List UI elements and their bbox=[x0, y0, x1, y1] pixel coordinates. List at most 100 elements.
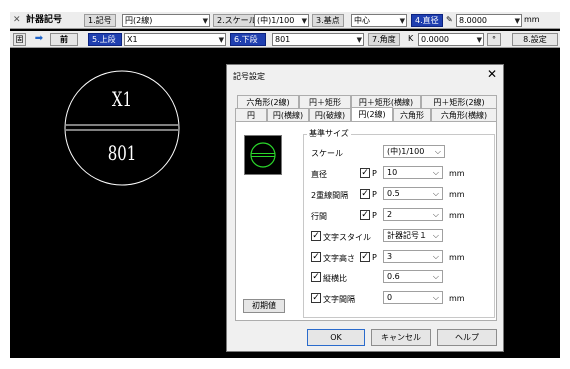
chevron-down-icon: ⌵ bbox=[432, 189, 439, 198]
char-spacing-checkbox[interactable] bbox=[311, 293, 321, 303]
diameter-row-label: 直径 bbox=[311, 170, 327, 179]
tab-circle-double[interactable]: 円(2線) bbox=[351, 107, 393, 121]
text-height-checkbox[interactable] bbox=[311, 252, 321, 262]
cancel-button[interactable]: キャンセル bbox=[371, 329, 431, 346]
upper-value: X1 bbox=[127, 35, 138, 44]
chevron-down-icon: ⌵ bbox=[432, 272, 439, 281]
scale-select[interactable]: (中)1/100 ▼ bbox=[254, 14, 309, 27]
double-gap-unit: mm bbox=[449, 190, 465, 199]
chevron-down-icon: ▼ bbox=[476, 36, 482, 44]
line-spacing-p-label: P bbox=[372, 211, 377, 220]
base-select[interactable]: 中心 ▼ bbox=[351, 14, 407, 27]
dialog-title: 記号設定 bbox=[233, 72, 265, 81]
aspect-ratio-checkbox[interactable] bbox=[311, 272, 321, 282]
degree-button[interactable]: ° bbox=[487, 33, 501, 46]
chevron-down-icon: ▼ bbox=[202, 17, 208, 25]
scale-value: (中)1/100 bbox=[257, 16, 295, 25]
double-gap-dropdown[interactable]: 0.5 ⌵ bbox=[383, 187, 443, 200]
angle-label[interactable]: 7.角度 bbox=[368, 33, 400, 46]
diameter-p-checkbox[interactable] bbox=[360, 168, 370, 178]
text-height-p-label: P bbox=[372, 253, 377, 262]
aspect-ratio-row-label: 縦横比 bbox=[323, 274, 347, 283]
text-height-dropdown[interactable]: 3 ⌵ bbox=[383, 250, 443, 263]
double-gap-row-label: 2重線間隔 bbox=[311, 191, 349, 200]
reset-defaults-button[interactable]: 初期値 bbox=[243, 299, 285, 313]
diameter-dropdown-value: 10 bbox=[387, 168, 398, 177]
tab-circle-rect-double[interactable]: 円＋矩形(2線) bbox=[421, 95, 497, 108]
tab-hexagon-hline[interactable]: 六角形(横線) bbox=[431, 108, 497, 121]
text-height-p-checkbox[interactable] bbox=[360, 252, 370, 262]
tab-circle[interactable]: 円 bbox=[235, 108, 267, 121]
symbol-settings-dialog: 記号設定 ✕ 六角形(2線) 円＋矩形 円＋矩形(横線) 円＋矩形(2線) 円 … bbox=[226, 64, 504, 352]
edit-icon: ✎ bbox=[446, 15, 453, 24]
chevron-down-icon: ⌵ bbox=[432, 168, 439, 177]
scale-dropdown[interactable]: (中)1/100 ⌵ bbox=[383, 145, 445, 158]
close-icon[interactable]: ✕ bbox=[487, 67, 497, 81]
aspect-ratio-dropdown-value: 0.6 bbox=[387, 272, 400, 281]
double-gap-p-checkbox[interactable] bbox=[360, 189, 370, 199]
char-spacing-dropdown[interactable]: 0 ⌵ bbox=[383, 291, 443, 304]
text-height-row-label: 文字高さ bbox=[323, 254, 355, 263]
kigo-select[interactable]: 円(2線) ▼ bbox=[122, 14, 210, 27]
chevron-down-icon: ⌵ bbox=[432, 231, 439, 240]
text-height-unit: mm bbox=[449, 253, 465, 262]
settings-button[interactable]: 8.設定 bbox=[512, 33, 558, 46]
base-label[interactable]: 3.基点 bbox=[312, 14, 344, 27]
diameter-value: 8.0000 bbox=[459, 16, 487, 25]
lower-value: 801 bbox=[275, 35, 291, 44]
toolbar-secondary: 固 ➡ 前 5.上段 X1 ▼ 6.下段 801 ▼ 7.角度 K 0.0000… bbox=[10, 31, 560, 48]
base-value: 中心 bbox=[354, 16, 370, 25]
chevron-down-icon: ⌵ bbox=[432, 252, 439, 261]
toolbar-main: ✕ 計器記号 1.記号 円(2線) ▼ 2.スケール (中)1/100 ▼ 3.… bbox=[10, 12, 560, 29]
chevron-down-icon: ⌵ bbox=[432, 293, 439, 302]
upper-label[interactable]: 5.上段 bbox=[88, 33, 122, 46]
symbol-upper-text: X1 bbox=[112, 89, 132, 112]
text-style-dropdown[interactable]: 計器記号１ ⌵ bbox=[383, 229, 443, 242]
base-size-title: 基準サイズ bbox=[307, 128, 351, 139]
lower-label[interactable]: 6.下段 bbox=[230, 33, 266, 46]
chevron-down-icon: ⌵ bbox=[432, 210, 439, 219]
text-style-row-label: 文字スタイル bbox=[323, 233, 371, 242]
char-spacing-row-label: 文字間隔 bbox=[323, 295, 355, 304]
double-gap-p-label: P bbox=[372, 190, 377, 199]
ok-button[interactable]: OK bbox=[307, 329, 365, 346]
tab-hexagon[interactable]: 六角形 bbox=[393, 108, 431, 121]
diameter-input[interactable]: 8.0000 ▼ bbox=[456, 14, 522, 27]
lower-select[interactable]: 801 ▼ bbox=[272, 33, 364, 46]
preview-graphic bbox=[250, 142, 276, 168]
prev-button[interactable]: 前 bbox=[50, 33, 78, 46]
line-spacing-unit: mm bbox=[449, 211, 465, 220]
text-height-dropdown-value: 3 bbox=[387, 252, 393, 261]
diameter-label[interactable]: 4.直径 bbox=[411, 14, 443, 27]
kigo-label[interactable]: 1.記号 bbox=[84, 14, 116, 27]
line-spacing-p-checkbox[interactable] bbox=[360, 210, 370, 220]
chevron-down-icon: ▼ bbox=[514, 17, 520, 25]
tab-circle-rect[interactable]: 円＋矩形 bbox=[299, 95, 351, 108]
instrument-symbol[interactable]: X1 801 bbox=[62, 68, 182, 188]
angle-input[interactable]: 0.0000 ▼ bbox=[418, 33, 484, 46]
help-button[interactable]: ヘルプ bbox=[437, 329, 497, 346]
chevron-down-icon: ⌵ bbox=[434, 147, 441, 156]
fix-icon[interactable]: 固 bbox=[13, 33, 26, 46]
double-gap-dropdown-value: 0.5 bbox=[387, 189, 400, 198]
kigo-value: 円(2線) bbox=[125, 16, 153, 25]
chevron-down-icon: ▼ bbox=[301, 17, 307, 25]
diameter-dropdown[interactable]: 10 ⌵ bbox=[383, 166, 443, 179]
line-spacing-row-label: 行間 bbox=[311, 212, 327, 221]
tab-circle-hline[interactable]: 円(横線) bbox=[267, 108, 309, 121]
angle-prefix: K bbox=[408, 34, 414, 43]
diameter-p-label: P bbox=[372, 169, 377, 178]
symbol-preview bbox=[244, 135, 282, 175]
chevron-down-icon: ▼ bbox=[399, 17, 405, 25]
line-spacing-dropdown[interactable]: 2 ⌵ bbox=[383, 208, 443, 221]
upper-select[interactable]: X1 ▼ bbox=[124, 33, 226, 46]
aspect-ratio-dropdown[interactable]: 0.6 ⌵ bbox=[383, 270, 443, 283]
arrow-right-icon[interactable]: ➡ bbox=[30, 33, 48, 46]
diameter-unit: mm bbox=[449, 169, 465, 178]
tab-circle-dashed[interactable]: 円(破線) bbox=[309, 108, 351, 121]
text-style-checkbox[interactable] bbox=[311, 231, 321, 241]
angle-value: 0.0000 bbox=[421, 35, 449, 44]
close-icon[interactable]: ✕ bbox=[13, 14, 21, 27]
scale-dropdown-value: (中)1/100 bbox=[387, 147, 425, 156]
tab-hexagon-double[interactable]: 六角形(2線) bbox=[237, 95, 299, 108]
